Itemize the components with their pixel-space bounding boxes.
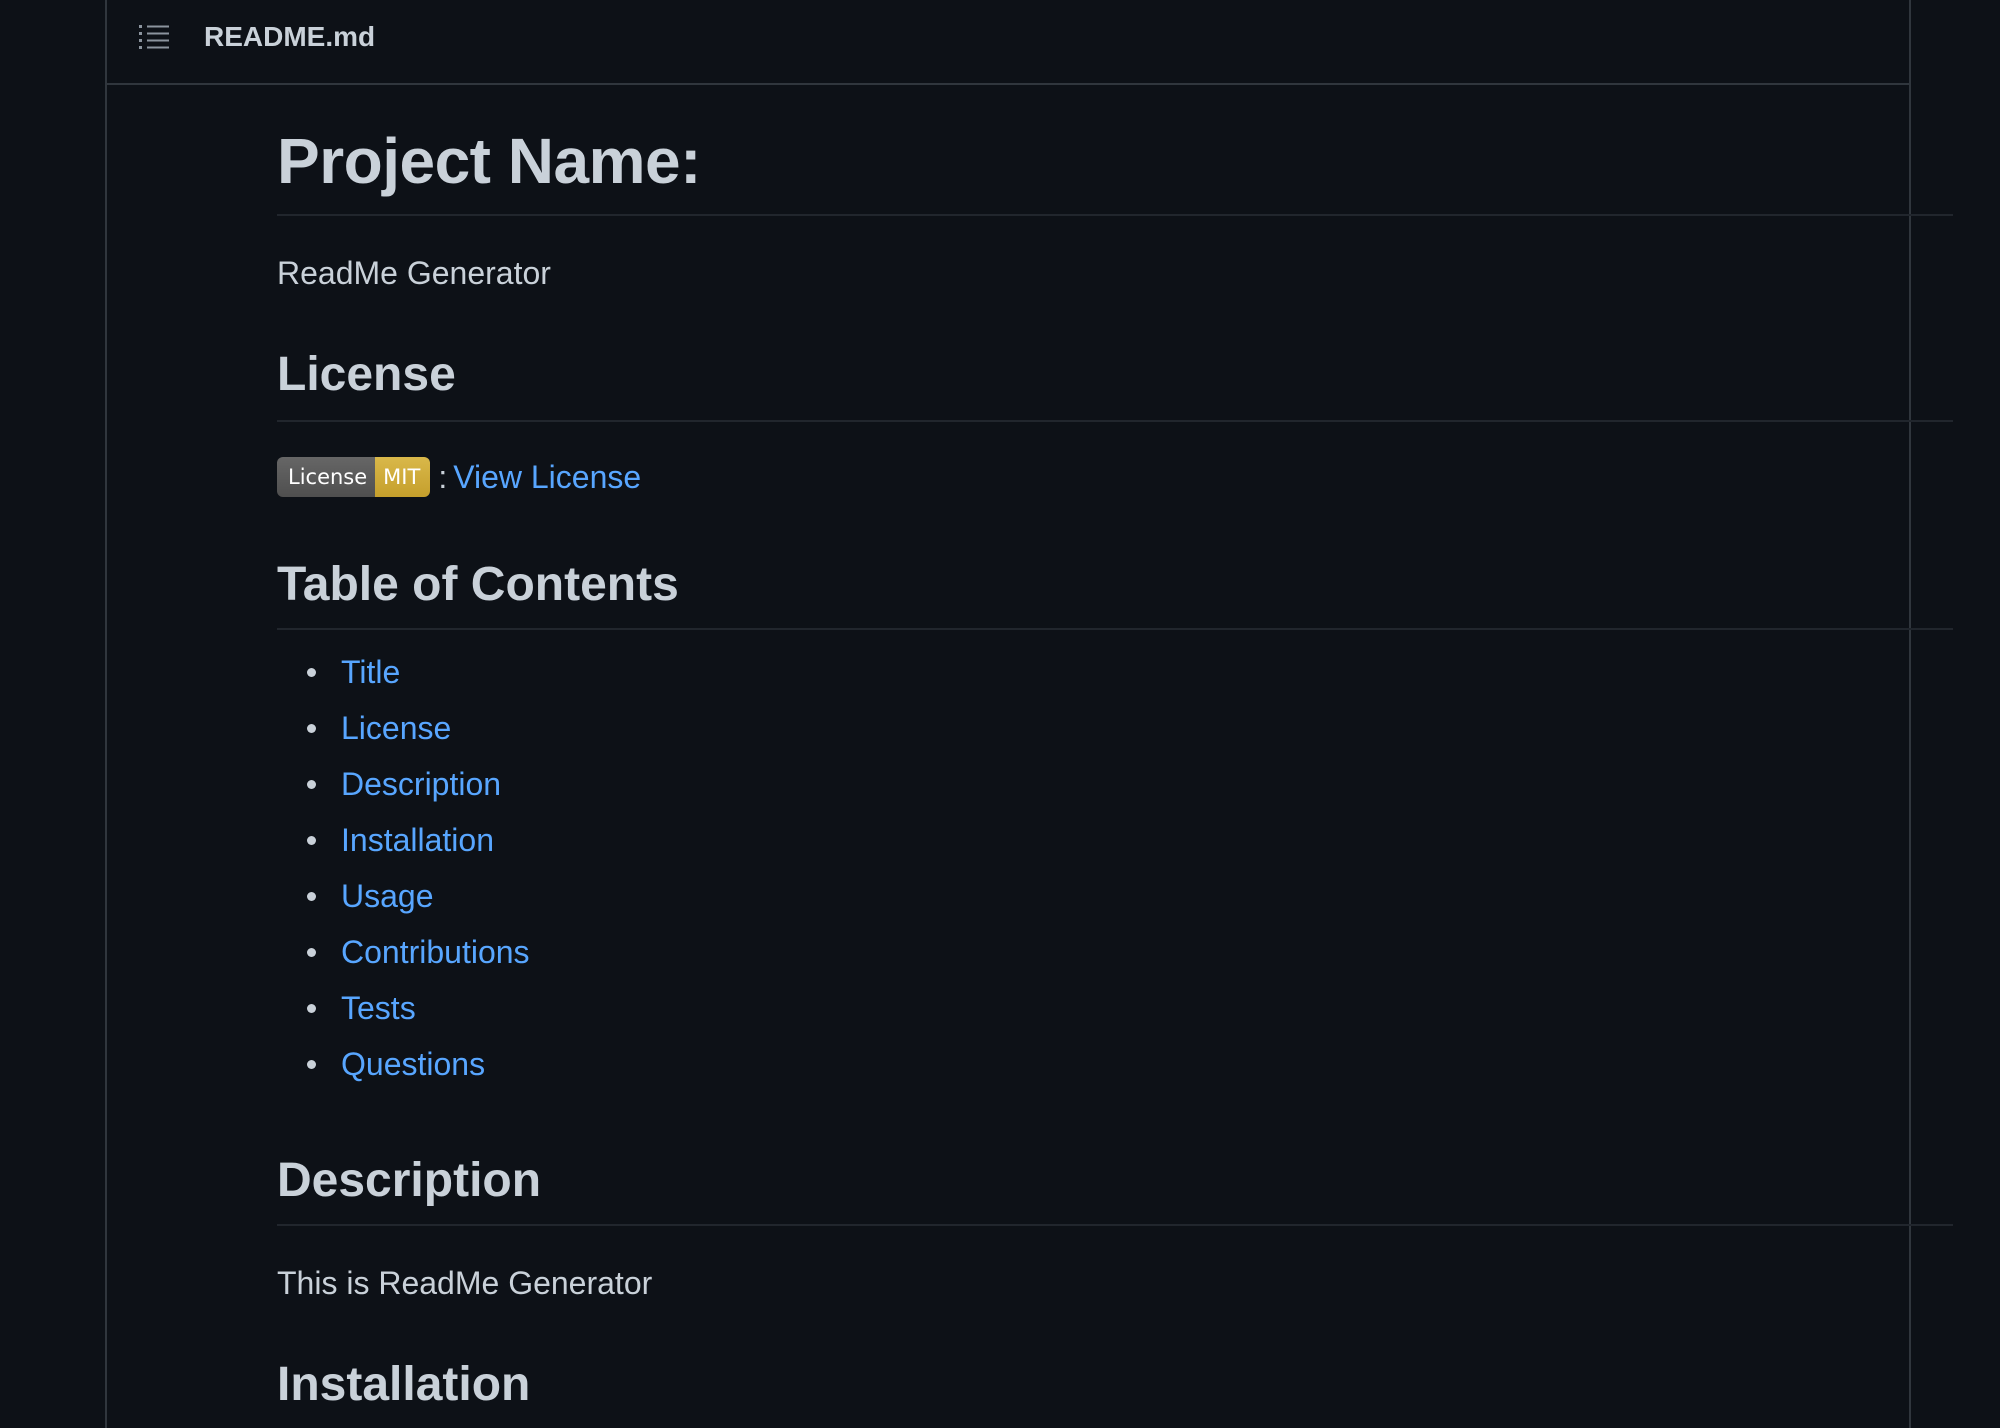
- view-license-link[interactable]: View License: [453, 459, 641, 496]
- file-name: README.md: [204, 21, 376, 52]
- toc-item: Usage: [277, 871, 530, 927]
- license-heading: License: [277, 348, 456, 401]
- toc-link-description[interactable]: Description: [341, 766, 501, 802]
- toc-list: Title License Description Installation U…: [277, 647, 530, 1095]
- toc-link-questions[interactable]: Questions: [341, 1046, 485, 1082]
- toc-item: Installation: [277, 815, 530, 871]
- toc-item: Title: [277, 647, 530, 703]
- license-badge[interactable]: License MIT: [277, 457, 431, 497]
- toc-link-installation[interactable]: Installation: [341, 822, 494, 858]
- list-icon[interactable]: [139, 24, 169, 50]
- toc-item: License: [277, 703, 530, 759]
- license-badge-label: License: [277, 457, 376, 497]
- license-line: License MIT : View License: [277, 453, 641, 501]
- project-name-text: ReadMe Generator: [277, 255, 551, 291]
- divider: [277, 214, 1953, 216]
- toc-item: Questions: [277, 1039, 530, 1095]
- file-header: README.md: [107, 0, 1909, 85]
- bullet-icon: [307, 948, 316, 957]
- divider: [277, 628, 1953, 630]
- toc-link-license[interactable]: License: [341, 710, 451, 746]
- installation-heading: Installation: [277, 1358, 531, 1411]
- bullet-icon: [307, 724, 316, 733]
- toc-item: Description: [277, 759, 530, 815]
- bullet-icon: [307, 1060, 316, 1069]
- toc-link-tests[interactable]: Tests: [341, 990, 416, 1026]
- bullet-icon: [307, 836, 316, 845]
- bullet-icon: [307, 892, 316, 901]
- license-separator: :: [438, 458, 448, 495]
- project-title-heading: Project Name:: [277, 125, 701, 197]
- readme-panel: README.md Project Name: ReadMe Generator…: [105, 0, 1953, 1428]
- toc-item: Contributions: [277, 927, 530, 983]
- bullet-icon: [307, 668, 316, 677]
- toc-link-usage[interactable]: Usage: [341, 878, 434, 914]
- toc-link-title[interactable]: Title: [341, 654, 400, 690]
- divider: [277, 1224, 1953, 1226]
- toc-heading: Table of Contents: [277, 558, 679, 611]
- description-text: This is ReadMe Generator: [277, 1265, 653, 1301]
- bullet-icon: [307, 780, 316, 789]
- toc-link-contributions[interactable]: Contributions: [341, 934, 530, 970]
- divider: [277, 420, 1953, 422]
- license-badge-value: MIT: [375, 457, 431, 497]
- description-heading: Description: [277, 1154, 542, 1207]
- toc-item: Tests: [277, 983, 530, 1039]
- bullet-icon: [307, 1004, 316, 1013]
